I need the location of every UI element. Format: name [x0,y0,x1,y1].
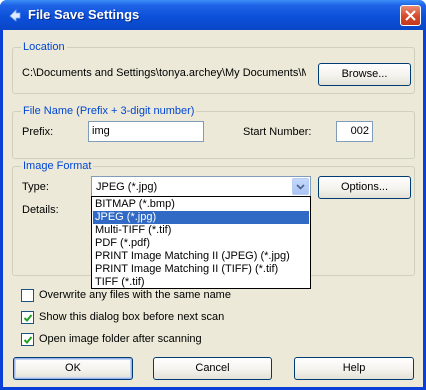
cancel-button-label: Cancel [195,362,230,374]
options-button-label: Options... [340,181,389,193]
window-title: File Save Settings [28,7,140,22]
file-save-settings-dialog: File Save Settings Location C:\Documents… [0,0,426,390]
ok-button[interactable]: OK [13,357,133,380]
prefix-label: Prefix: [22,126,54,138]
checkbox-label[interactable]: Show this dialog box before next scan [39,310,224,324]
type-option[interactable]: PDF (*.pdf) [93,237,309,250]
type-option[interactable]: PRINT Image Matching II (TIFF) (*.tif) [93,263,309,276]
checkbox[interactable] [21,333,34,346]
type-option[interactable]: Multi-TIFF (*.tif) [93,224,309,237]
cancel-button[interactable]: Cancel [153,357,272,380]
start-number-input[interactable]: 002 [336,121,373,142]
details-label: Details: [22,204,59,216]
checkbox-label[interactable]: Overwrite any files with the same name [39,288,231,302]
dialog-body: Location C:\Documents and Settings\tonya… [3,30,423,387]
checkbox-label[interactable]: Open image folder after scanning [39,332,202,346]
close-icon [405,10,416,21]
title-bar[interactable]: File Save Settings [0,0,426,30]
type-option[interactable]: JPEG (*.jpg) [93,211,309,224]
type-select-value: JPEG (*.jpg) [96,181,158,193]
start-number-label: Start Number: [243,126,312,138]
close-button[interactable] [400,5,421,26]
type-dropdown-list[interactable]: BITMAP (*.bmp) JPEG (*.jpg) Multi-TIFF (*.… [91,196,311,289]
help-button-label: Help [342,362,366,374]
checkbox[interactable] [21,311,34,324]
type-option[interactable]: BITMAP (*.bmp) [93,198,309,211]
file-name-group-label: File Name (Prefix + 3-digit number) [21,105,197,118]
checkmark-icon [23,314,33,322]
ok-button-label: OK [65,362,81,374]
type-select[interactable]: JPEG (*.jpg) [91,176,311,197]
type-option[interactable]: PRINT Image Matching II (JPEG) (*.jpg) [93,250,309,263]
scanner-arrow-icon [7,7,23,23]
location-group-label: Location [21,41,67,54]
prefix-input[interactable]: img [88,121,204,142]
image-format-group-label: Image Format [21,160,94,173]
browse-button[interactable]: Browse... [318,63,411,86]
type-label: Type: [22,181,49,193]
chevron-down-icon[interactable] [292,178,309,195]
options-button[interactable]: Options... [318,176,411,199]
checkbox[interactable] [21,289,34,302]
help-button[interactable]: Help [294,357,414,380]
location-path: C:\Documents and Settings\tonya.archey\M… [22,67,306,79]
checkmark-icon [23,336,33,344]
browse-button-label: Browse... [341,68,388,80]
